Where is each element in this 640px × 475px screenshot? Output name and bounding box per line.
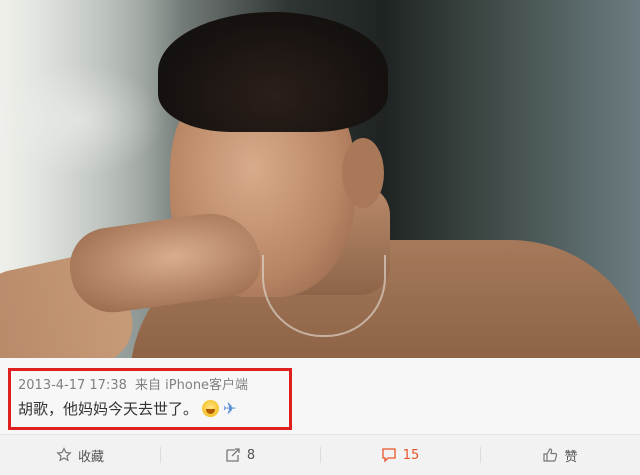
post-photo[interactable]	[0, 0, 640, 358]
like-label: 赞	[564, 449, 578, 465]
star-icon	[56, 447, 72, 462]
favorite-label: 收藏	[77, 449, 104, 465]
repost-button[interactable]: 8	[160, 435, 320, 475]
source-prefix: 来自	[135, 378, 162, 393]
like-button[interactable]: 赞	[480, 435, 640, 475]
photo-hair	[158, 12, 388, 132]
airplane-icon: ✈	[223, 398, 237, 418]
thumbs-up-icon	[543, 448, 558, 462]
favorite-button[interactable]: 收藏	[0, 435, 160, 475]
action-bar: 收藏 8 15 赞	[0, 434, 640, 475]
photo-ear	[342, 138, 384, 208]
comment-icon	[382, 448, 396, 463]
repost-icon	[226, 448, 240, 462]
comment-button[interactable]: 15	[320, 435, 480, 475]
post-timestamp[interactable]: 2013-4-17 17:38	[18, 378, 127, 393]
post-meta: 2013-4-17 17:38 来自 iPhone客户端	[18, 374, 248, 393]
crying-face-icon	[202, 400, 220, 417]
post-text: 胡歌，他妈妈今天去世了。 ✈	[18, 398, 236, 419]
post-source[interactable]: iPhone客户端	[165, 378, 248, 393]
comment-count: 15	[402, 447, 420, 463]
repost-count: 8	[246, 447, 256, 463]
post-body: 胡歌，他妈妈今天去世了。	[18, 400, 199, 418]
